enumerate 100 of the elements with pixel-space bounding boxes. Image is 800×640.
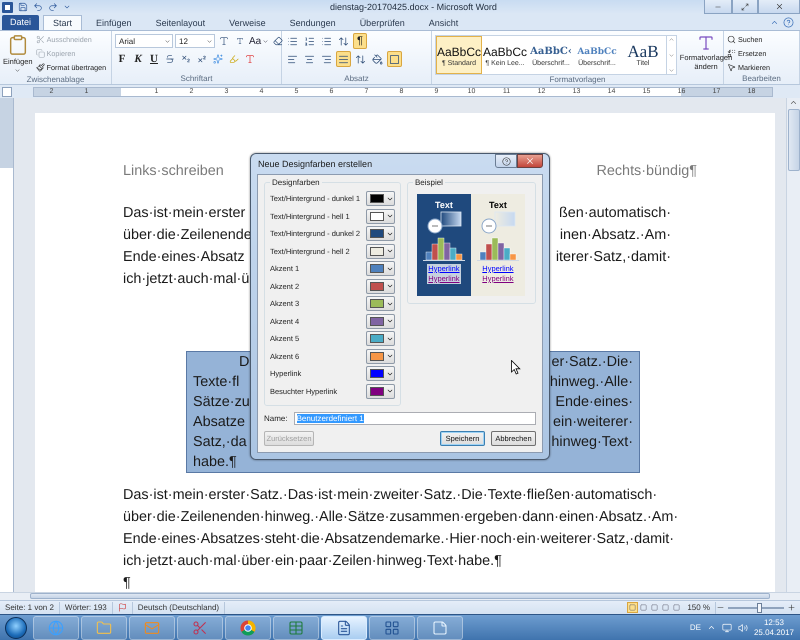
- color-picker-button[interactable]: [366, 278, 395, 294]
- close-button[interactable]: [517, 154, 543, 168]
- align-justify-icon: [338, 54, 349, 64]
- text-line: ich·jetzt·auch·mal·ü: [123, 270, 250, 289]
- note-icon: [432, 620, 448, 636]
- color-picker-button[interactable]: [366, 208, 395, 224]
- keyboard-language: DE: [690, 623, 701, 632]
- scrollbar-thumb[interactable]: [788, 109, 800, 171]
- maximize-button[interactable]: [732, 0, 758, 14]
- group-label: Beispiel: [414, 178, 444, 187]
- color-picker-button[interactable]: [366, 331, 395, 346]
- show-marks-button[interactable]: ¶: [353, 33, 367, 49]
- view-button[interactable]: [627, 602, 638, 613]
- ribbon-tab[interactable]: Start: [43, 15, 82, 30]
- caret-icon: [14, 67, 22, 74]
- style-preview: AaB: [627, 44, 659, 60]
- color-picker-button[interactable]: [366, 226, 395, 242]
- color-picker-button[interactable]: [366, 261, 395, 276]
- text-line: D: [238, 353, 250, 372]
- grid-icon: [384, 620, 400, 636]
- view-button[interactable]: [638, 602, 650, 613]
- superscript-icon: [197, 54, 207, 64]
- field-label: Name:: [264, 414, 288, 423]
- group-label: Zwischenablage: [26, 75, 86, 85]
- group-label: Formatvorlagen: [548, 75, 607, 85]
- group-label: Absatz: [343, 74, 370, 84]
- envelope-icon: [144, 620, 160, 636]
- style-preview: AaBbCc: [482, 44, 528, 60]
- line-spacing-icon: [355, 54, 366, 64]
- eraser-icon: [273, 36, 284, 46]
- align-center-icon: [304, 54, 315, 64]
- view-button[interactable]: [660, 602, 672, 613]
- tab-selector[interactable]: [2, 86, 12, 96]
- chart-shapes-drawing: [420, 210, 467, 264]
- font-name-field[interactable]: Arial: [115, 34, 173, 48]
- header-text: Links·schreiben: [123, 162, 224, 181]
- slider-thumb[interactable]: [756, 602, 762, 612]
- horizontal-scrollbar[interactable]: [0, 592, 800, 600]
- caret-icon: [262, 38, 270, 44]
- ribbon-tab[interactable]: Verweise: [219, 15, 276, 30]
- text-line: über·die·Zeilenende: [123, 226, 252, 245]
- color-picker-button[interactable]: [366, 366, 395, 382]
- undo-icon: [33, 2, 43, 12]
- text-line: ein·weiterer·: [553, 413, 633, 432]
- borders-button[interactable]: [387, 51, 402, 67]
- view-button[interactable]: [671, 602, 682, 613]
- text-line: Absatze: [193, 413, 245, 432]
- bold-button[interactable]: F: [115, 51, 129, 67]
- start-button[interactable]: [5, 616, 27, 638]
- caret-icon: [164, 38, 171, 44]
- chevron-up-icon: [770, 18, 779, 27]
- help-icon: [783, 17, 794, 28]
- underline-button[interactable]: U: [147, 51, 161, 67]
- view-button[interactable]: [649, 602, 660, 613]
- ribbon-tab[interactable]: Ansicht: [418, 15, 468, 30]
- vertical-scrollbar[interactable]: [786, 98, 800, 592]
- text-line: Texte·fl: [193, 373, 240, 392]
- color-picker-button[interactable]: [366, 348, 395, 364]
- border-icon: [389, 54, 400, 64]
- clock[interactable]: 12:53 25.04.2017: [754, 618, 794, 638]
- color-picker-button[interactable]: [366, 244, 395, 259]
- pointer-icon: [727, 62, 736, 72]
- change-case-button[interactable]: Aa: [249, 33, 270, 49]
- color-picker-button[interactable]: [366, 191, 395, 206]
- text-line: ich·jetzt·auch·mal·über·ein·paar·Zeilen·hinweg·Text·habe.¶: [123, 552, 503, 571]
- caret-icon: [206, 38, 213, 44]
- letter-icon: [245, 54, 255, 64]
- help-button[interactable]: [495, 154, 517, 168]
- text-line: hinweg·Text·: [551, 433, 633, 452]
- file-tab[interactable]: Datei: [2, 15, 40, 30]
- close-icon: [525, 156, 535, 166]
- tray-up-icon: [706, 623, 716, 632]
- scroll-up-icon: [789, 98, 798, 107]
- italic-button[interactable]: K: [131, 51, 145, 67]
- group-label: Schriftart: [179, 74, 214, 84]
- ribbon-tab[interactable]: Sendungen: [280, 15, 346, 30]
- taskbar-app[interactable]: [321, 616, 367, 640]
- more-icon: [668, 67, 675, 74]
- align-button[interactable]: [336, 51, 351, 67]
- paint-bucket-icon: [372, 54, 383, 64]
- copy-icon: [36, 48, 45, 58]
- paintbrush-icon: [36, 62, 45, 72]
- color-picker-button[interactable]: [366, 384, 395, 399]
- ribbon-tab[interactable]: Überprüfen: [350, 15, 415, 30]
- text-line: iterer·Satz,·damit·: [556, 248, 671, 267]
- text-line: Sätze·zu: [193, 393, 250, 412]
- color-picker-button[interactable]: [366, 314, 395, 329]
- dialog-title: Neue Designfarben erstellen: [257, 158, 374, 169]
- sort-icon: [338, 36, 349, 46]
- scrollbar-thumb[interactable]: [30, 593, 770, 599]
- ribbon-tab[interactable]: Einfügen: [86, 15, 142, 30]
- help-icon: [502, 156, 510, 166]
- font-size-field[interactable]: 12: [175, 34, 215, 48]
- subscript-icon: [181, 54, 191, 64]
- ribbon-tab[interactable]: Seitenlayout: [146, 15, 216, 30]
- maximize-icon: [741, 2, 749, 10]
- color-picker-button[interactable]: [366, 296, 395, 312]
- zoom-in-icon: [787, 603, 796, 612]
- highlighter-icon: [229, 54, 239, 64]
- save-icon: [18, 2, 28, 12]
